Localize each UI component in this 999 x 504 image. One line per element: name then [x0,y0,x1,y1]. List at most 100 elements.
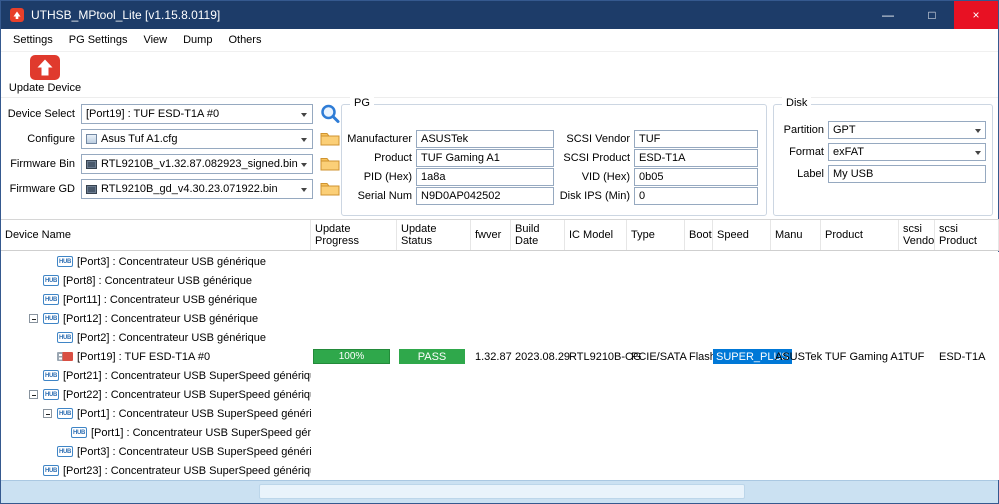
disk-group-title: Disk [782,97,811,109]
col-fwver-header[interactable]: fwver [471,220,511,250]
product-field: Product TUF Gaming A1 [346,149,554,167]
device-name-cell: [Port19] : TUF ESD-T1A #0 [1,347,311,366]
product-input[interactable]: TUF Gaming A1 [416,149,554,167]
tree-row[interactable]: HUB[Port3] : Concentrateur USB SuperSpee… [1,442,999,461]
col-product-header[interactable]: Product [821,220,899,250]
col-ic-model-header[interactable]: IC Model [565,220,627,250]
title-bar: UTHSB_MPtool_Lite [v1.15.8.0119] — □ × [1,1,998,29]
configure-label: Configure [7,133,75,145]
serial-field: Serial Num N9D0AP042502 [346,187,554,205]
manufacturer-field: Manufacturer ASUSTek [346,130,554,148]
update-device-label: Update Device [9,82,81,94]
browse-firmware-bin-button[interactable] [318,153,342,175]
tree-row[interactable]: HUB[Port23] : Concentrateur USB SuperSpe… [1,461,999,480]
update-device-button[interactable]: Update Device [7,53,83,96]
minimize-button[interactable]: — [866,1,910,29]
col-build-date-header[interactable]: Build Date [511,220,565,250]
label-input[interactable]: My USB [828,165,986,183]
format-label: Format [778,146,824,158]
manu-cell: ASUSTek [771,347,821,366]
collapse-icon[interactable] [29,390,38,399]
chip-icon [86,185,97,194]
firmware-gd-combo[interactable]: RTL9210B_gd_v4.30.23.071922.bin [81,179,313,199]
col-update-status-header[interactable]: Update Status [397,220,471,250]
menu-bar: Settings PG Settings View Dump Others [1,29,998,52]
tree-row[interactable]: HUB[Port8] : Concentrateur USB générique [1,271,999,290]
device-select-label: Device Select [7,108,75,120]
collapse-icon[interactable] [29,314,38,323]
browse-configure-button[interactable] [318,128,342,150]
usb-hub-icon: HUB [43,313,59,324]
label-field: Label My USB [778,165,986,183]
tree-row[interactable]: HUB[Port11] : Concentrateur USB génériqu… [1,290,999,309]
col-update-progress-header[interactable]: Update Progress [311,220,397,250]
col-scsi-vendor-header[interactable]: scsi Vendor [899,220,935,250]
device-name-cell: HUB[Port3] : Concentrateur USB SuperSpee… [1,442,311,461]
tree-row[interactable]: HUB[Port1] : Concentrateur USB SuperSpee… [1,423,999,442]
device-name-cell: HUB[Port1] : Concentrateur USB SuperSpee… [1,404,311,423]
chevron-down-icon [301,163,307,167]
usb-hub-icon: HUB [43,389,59,400]
tree-row[interactable]: HUB[Port3] : Concentrateur USB générique [1,252,999,271]
folder-icon [320,131,340,147]
config-area: Device Select [Port19] : TUF ESD-T1A #0 … [1,98,998,219]
tree-row[interactable]: HUB[Port12] : Concentrateur USB génériqu… [1,309,999,328]
scsi-vendor-input[interactable]: TUF [634,130,758,148]
disk-ips-input[interactable]: 0 [634,187,758,205]
scrollbar-thumb[interactable] [259,484,745,499]
format-select[interactable]: exFAT [828,143,986,161]
manufacturer-label: Manufacturer [346,133,412,145]
pg-group-title: PG [350,97,374,109]
chevron-down-icon [975,151,981,155]
search-device-button[interactable] [318,103,342,125]
col-manu-header[interactable]: Manu [771,220,821,250]
device-name-cell: HUB[Port12] : Concentrateur USB génériqu… [1,309,311,328]
firmware-bin-row: Firmware Bin RTL9210B_v1.32.87.082923_si… [7,154,342,174]
browse-firmware-gd-button[interactable] [318,178,342,200]
tree-row[interactable]: HUB[Port2] : Concentrateur USB générique [1,328,999,347]
serial-input[interactable]: N9D0AP042502 [416,187,554,205]
col-scsi-product-header[interactable]: scsi Product [935,220,999,250]
tree-indent [1,318,29,319]
col-type-header[interactable]: Type [627,220,685,250]
firmware-bin-label: Firmware Bin [7,158,75,170]
col-speed-header[interactable]: Speed [713,220,771,250]
config-file-icon [86,134,97,144]
manufacturer-input[interactable]: ASUSTek [416,130,554,148]
tree-indent [1,280,29,281]
device-name-label: [Port21] : Concentrateur USB SuperSpeed … [63,370,311,382]
scsi-product-input[interactable]: ESD-T1A [634,149,758,167]
pid-input[interactable]: 1a8a [416,168,554,186]
product-value: TUF Gaming A1 [421,152,500,164]
menu-pg-settings[interactable]: PG Settings [61,31,136,49]
tree-row[interactable]: [Port19] : TUF ESD-T1A #0100%PASS1.32.87… [1,347,999,366]
minimize-icon: — [882,8,894,22]
close-button[interactable]: × [954,1,998,29]
progress-cell: 100% [313,349,390,364]
vid-input[interactable]: 0b05 [634,168,758,186]
collapse-icon[interactable] [43,409,52,418]
device-select-value: [Port19] : TUF ESD-T1A #0 [86,108,219,120]
device-name-label: [Port2] : Concentrateur USB générique [77,332,266,344]
col-boot-header[interactable]: Boot [685,220,713,250]
tree-row[interactable]: HUB[Port1] : Concentrateur USB SuperSpee… [1,404,999,423]
partition-select[interactable]: GPT [828,121,986,139]
update-device-icon [30,55,60,80]
partition-value: GPT [833,124,856,136]
configure-value: Asus Tuf A1.cfg [101,133,177,145]
configure-combo[interactable]: Asus Tuf A1.cfg [81,129,313,149]
disk-ips-field: Disk IPS (Min) 0 [552,187,758,205]
horizontal-scrollbar[interactable] [1,480,998,503]
tree-row[interactable]: HUB[Port21] : Concentrateur USB SuperSpe… [1,366,999,385]
menu-view[interactable]: View [135,31,175,49]
device-select-combo[interactable]: [Port19] : TUF ESD-T1A #0 [81,104,313,124]
usb-hub-icon: HUB [43,294,59,305]
folder-icon [320,156,340,172]
col-device-name-header[interactable]: Device Name [1,220,311,250]
menu-settings[interactable]: Settings [5,31,61,49]
maximize-button[interactable]: □ [910,1,954,29]
firmware-bin-combo[interactable]: RTL9210B_v1.32.87.082923_signed.bin [81,154,313,174]
menu-others[interactable]: Others [220,31,269,49]
tree-row[interactable]: HUB[Port22] : Concentrateur USB SuperSpe… [1,385,999,404]
menu-dump[interactable]: Dump [175,31,220,49]
